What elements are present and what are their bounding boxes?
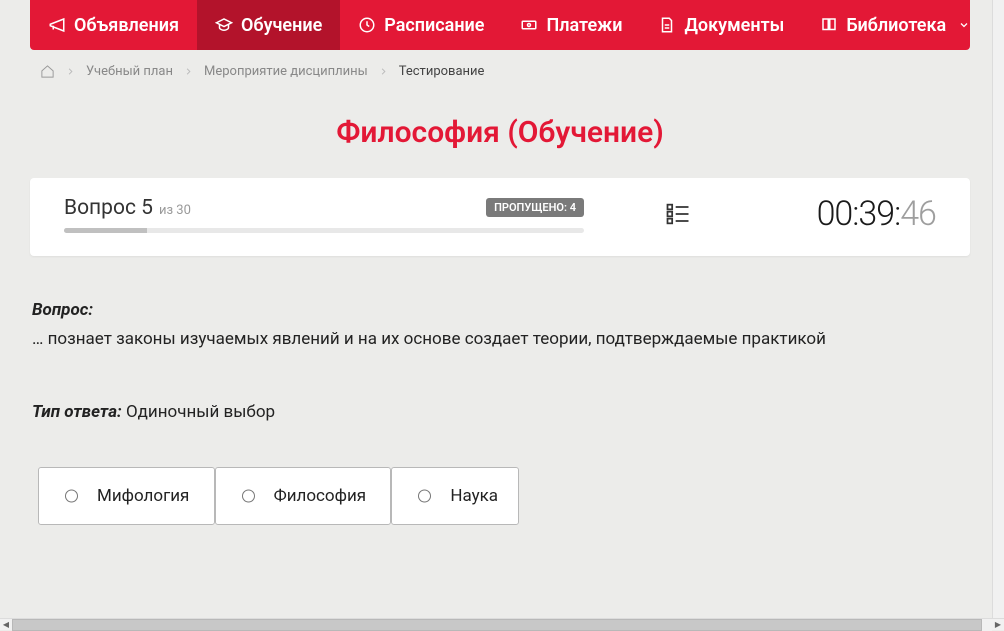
answers-list: Мифология Философия Наука <box>30 486 970 506</box>
question-total: из 30 <box>159 203 191 218</box>
answer-text: Мифология <box>97 486 189 506</box>
megaphone-icon <box>48 16 66 34</box>
nav-label: Расписание <box>384 15 484 36</box>
breadcrumb-current: Тестирование <box>399 64 485 79</box>
chevron-down-icon <box>958 19 970 31</box>
chevron-right-icon <box>65 66 76 77</box>
question-list-button[interactable] <box>664 200 692 228</box>
question-block: Вопрос: … познает законы изучаемых явлен… <box>30 300 970 422</box>
chevron-right-icon <box>183 66 194 77</box>
graduation-icon <box>215 16 233 34</box>
breadcrumb: Учебный план Мероприятие дисциплины Тест… <box>30 50 970 89</box>
horizontal-scrollbar[interactable]: ◀ ▶ <box>0 618 1004 630</box>
skipped-badge: ПРОПУЩЕНО: 4 <box>486 198 584 217</box>
scroll-thumb[interactable] <box>12 619 982 631</box>
clock-icon <box>358 16 376 34</box>
nav-schedule[interactable]: Расписание <box>340 0 502 50</box>
nav-label: Обучение <box>241 15 322 36</box>
nav-label: Документы <box>684 15 784 36</box>
doc-icon <box>658 16 676 34</box>
home-icon[interactable] <box>40 64 55 79</box>
money-icon <box>520 16 538 34</box>
progress-fill <box>64 228 147 233</box>
answer-text: Наука <box>450 486 498 506</box>
answer-option[interactable]: Мифология <box>38 467 215 525</box>
answer-radio[interactable] <box>242 489 255 502</box>
question-label: Вопрос: <box>32 300 968 320</box>
answer-text: Философия <box>274 486 367 506</box>
nav-label: Библиотека <box>846 15 946 36</box>
nav-documents[interactable]: Документы <box>640 0 802 50</box>
vertical-scrollbar[interactable] <box>992 0 1004 618</box>
nav-payments[interactable]: Платежи <box>502 0 640 50</box>
question-text: … познает законы изучаемых явлений и на … <box>32 328 968 352</box>
progress-bar <box>64 228 584 233</box>
breadcrumb-link[interactable]: Учебный план <box>86 64 173 79</box>
question-number: Вопрос 5 <box>64 196 153 220</box>
timer: 00:39:46 <box>817 194 936 234</box>
answer-type-value: Одиночный выбор <box>126 402 275 422</box>
answer-option[interactable]: Философия <box>215 467 392 525</box>
nav-label: Объявления <box>74 15 179 36</box>
page-title: Философия (Обучение) <box>30 115 970 150</box>
scroll-left-arrow[interactable]: ◀ <box>0 619 12 631</box>
timer-main: 00:39: <box>817 194 901 234</box>
status-card: Вопрос 5 из 30 ПРОПУЩЕНО: 4 00:39:46 <box>30 178 970 256</box>
timer-seconds: 46 <box>900 194 936 234</box>
breadcrumb-link[interactable]: Мероприятие дисциплины <box>204 64 368 79</box>
nav-learning[interactable]: Обучение <box>197 0 340 50</box>
answer-type-label: Тип ответа: <box>32 402 122 422</box>
nav-announcements[interactable]: Объявления <box>30 0 197 50</box>
answer-radio[interactable] <box>65 489 78 502</box>
scroll-right-arrow[interactable]: ▶ <box>992 619 1004 631</box>
chevron-right-icon <box>378 66 389 77</box>
scroll-track[interactable] <box>12 619 992 631</box>
answer-option[interactable]: Наука <box>391 467 519 525</box>
nav-label: Платежи <box>546 15 622 36</box>
answer-radio[interactable] <box>418 489 431 502</box>
book-icon <box>820 16 838 34</box>
nav-library[interactable]: Библиотека <box>802 0 988 50</box>
main-nav: Объявления Обучение Расписание Платежи Д… <box>30 0 970 50</box>
